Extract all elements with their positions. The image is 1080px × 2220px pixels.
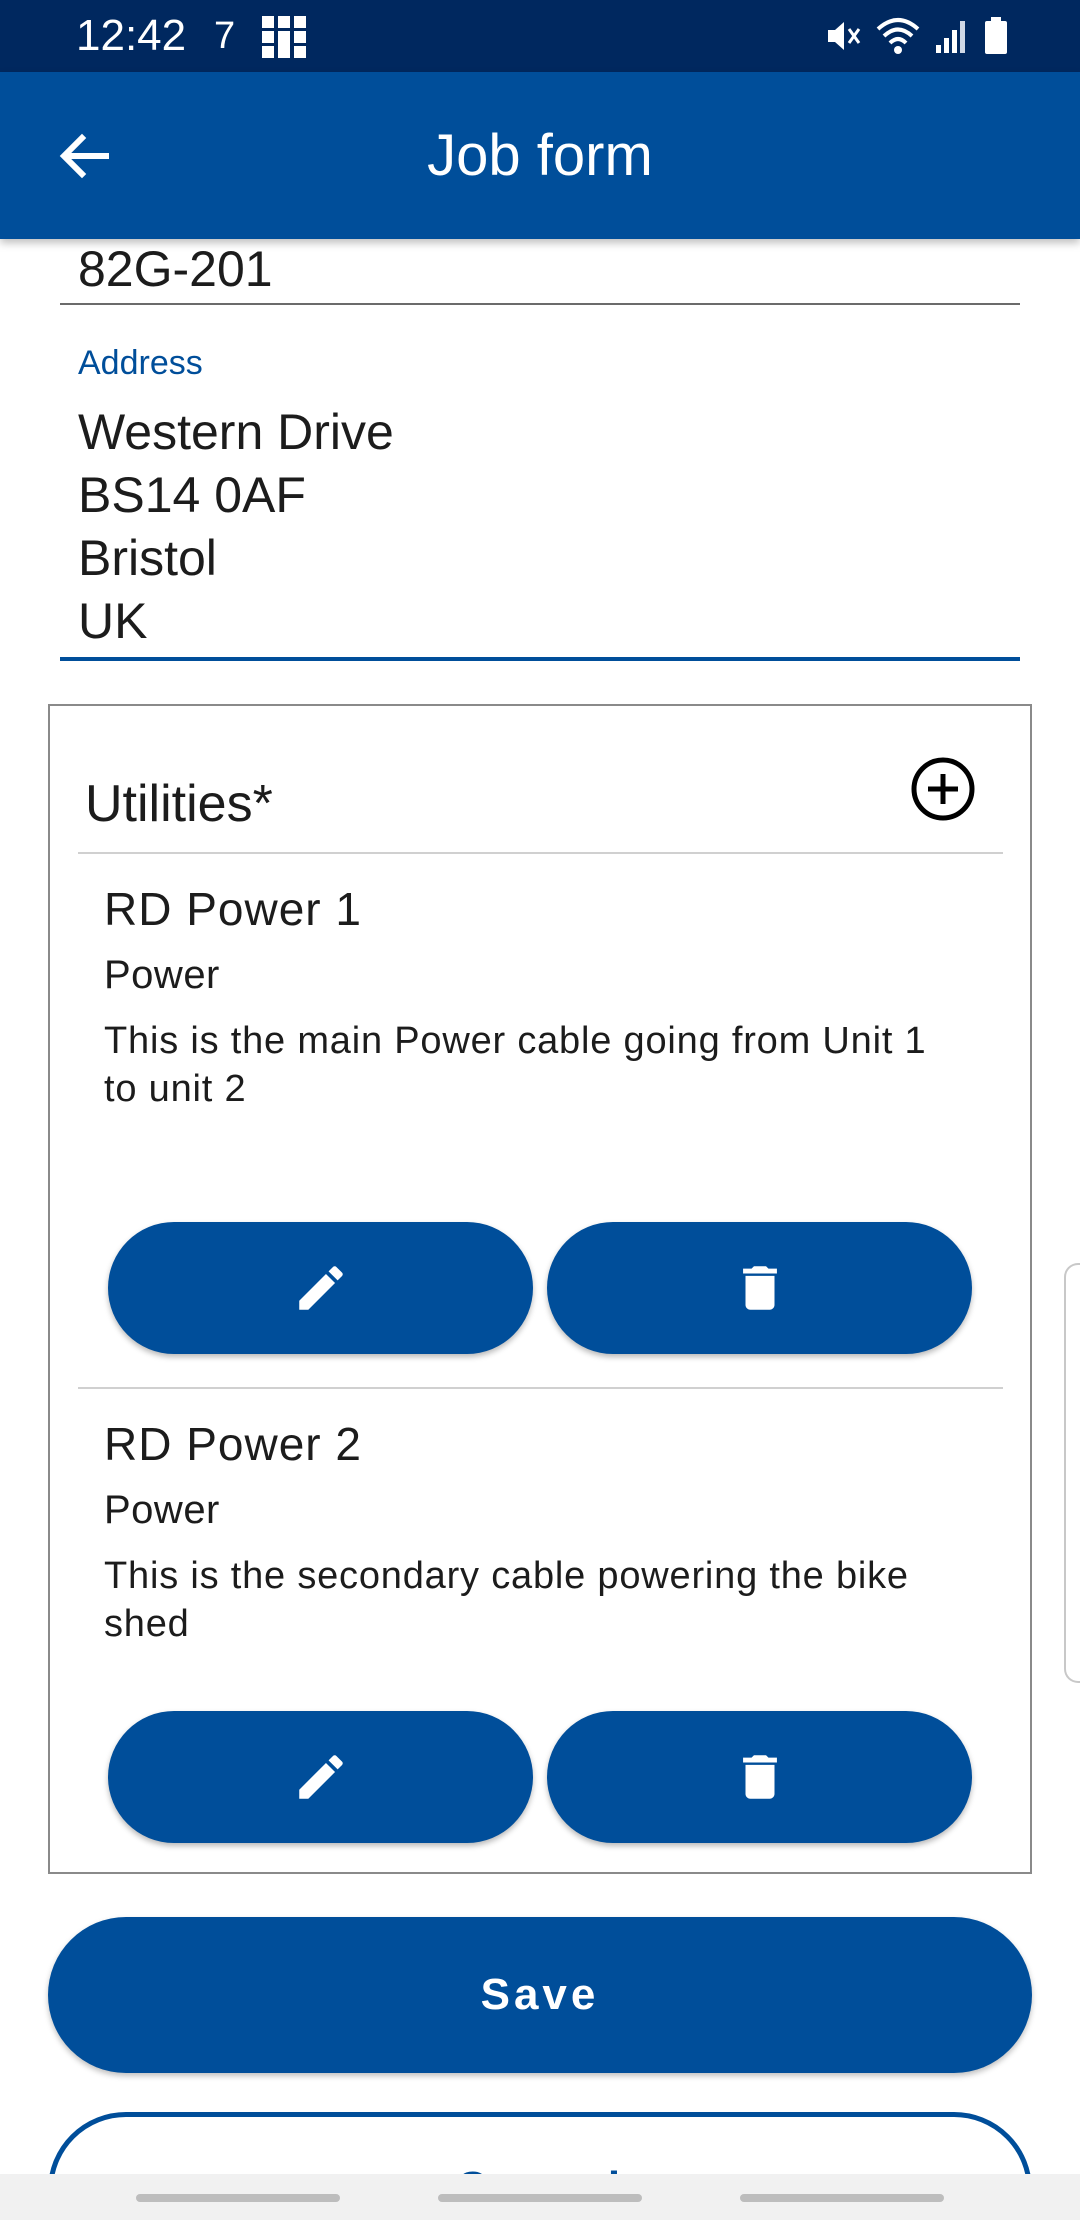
reference-field[interactable]: 82G-201 bbox=[60, 239, 1020, 305]
utility-item: RD Power 2 Power This is the secondary c… bbox=[104, 1416, 1004, 1648]
utility-type: Power bbox=[104, 953, 220, 997]
cancel-button[interactable]: Cancel bbox=[48, 2112, 1032, 2174]
notification-count: 7 bbox=[214, 15, 236, 57]
edit-utility-button[interactable] bbox=[108, 1711, 533, 1843]
delete-utility-button[interactable] bbox=[547, 1711, 972, 1843]
utility-type: Power bbox=[104, 1488, 220, 1532]
pencil-icon bbox=[298, 1755, 343, 1799]
trash-icon bbox=[742, 1266, 777, 1310]
divider bbox=[78, 852, 1003, 854]
divider bbox=[78, 1387, 1003, 1389]
address-label: Address bbox=[78, 344, 203, 382]
navigation-bar bbox=[0, 2174, 1080, 2220]
status-icons bbox=[824, 14, 1008, 58]
status-bar: 12:42 7 bbox=[0, 0, 1080, 72]
save-button[interactable]: Save bbox=[48, 1917, 1032, 2073]
address-field[interactable]: Address Western Drive BS14 0AF Bristol U… bbox=[60, 343, 1020, 661]
address-line: BS14 0AF bbox=[78, 467, 306, 523]
utility-name: RD Power 2 bbox=[104, 1418, 362, 1470]
edge-panel-handle[interactable] bbox=[1064, 1263, 1080, 1683]
app-bar: Job form bbox=[0, 72, 1080, 239]
wifi-icon bbox=[876, 18, 920, 54]
utilities-card: Utilities* RD Power 1 Power This is the … bbox=[48, 704, 1032, 1874]
utility-description: This is the main Power cable going from … bbox=[104, 1020, 927, 1110]
pencil-icon bbox=[298, 1266, 343, 1310]
utility-description: This is the secondary cable powering the… bbox=[104, 1555, 909, 1645]
cancel-label: Cancel bbox=[456, 2163, 624, 2174]
utility-item: RD Power 1 Power This is the main Power … bbox=[104, 881, 1004, 1113]
save-label: Save bbox=[480, 1970, 600, 2019]
battery-icon bbox=[985, 17, 1007, 54]
nav-back-button[interactable] bbox=[740, 2194, 944, 2202]
utilities-title: Utilities* bbox=[85, 775, 273, 833]
utility-name: RD Power 1 bbox=[104, 883, 362, 935]
nav-recents-button[interactable] bbox=[136, 2194, 340, 2202]
trash-icon bbox=[742, 1755, 777, 1799]
status-time: 12:42 bbox=[76, 11, 187, 60]
address-line: Bristol bbox=[78, 530, 217, 586]
mute-icon bbox=[828, 22, 861, 50]
address-value: Western Drive BS14 0AF Bristol UK bbox=[78, 401, 394, 653]
delete-utility-button[interactable] bbox=[547, 1222, 972, 1354]
edit-utility-button[interactable] bbox=[108, 1222, 533, 1354]
reference-value: 82G-201 bbox=[78, 241, 273, 297]
add-circle-icon[interactable] bbox=[910, 756, 976, 822]
signal-icon bbox=[936, 21, 965, 53]
grid-icon bbox=[262, 16, 306, 58]
nav-home-button[interactable] bbox=[438, 2194, 642, 2202]
page-title: Job form bbox=[427, 123, 653, 188]
address-line: UK bbox=[78, 593, 148, 649]
address-line: Western Drive bbox=[78, 404, 394, 460]
form-content: 82G-201 Address Western Drive BS14 0AF B… bbox=[0, 239, 1080, 2174]
